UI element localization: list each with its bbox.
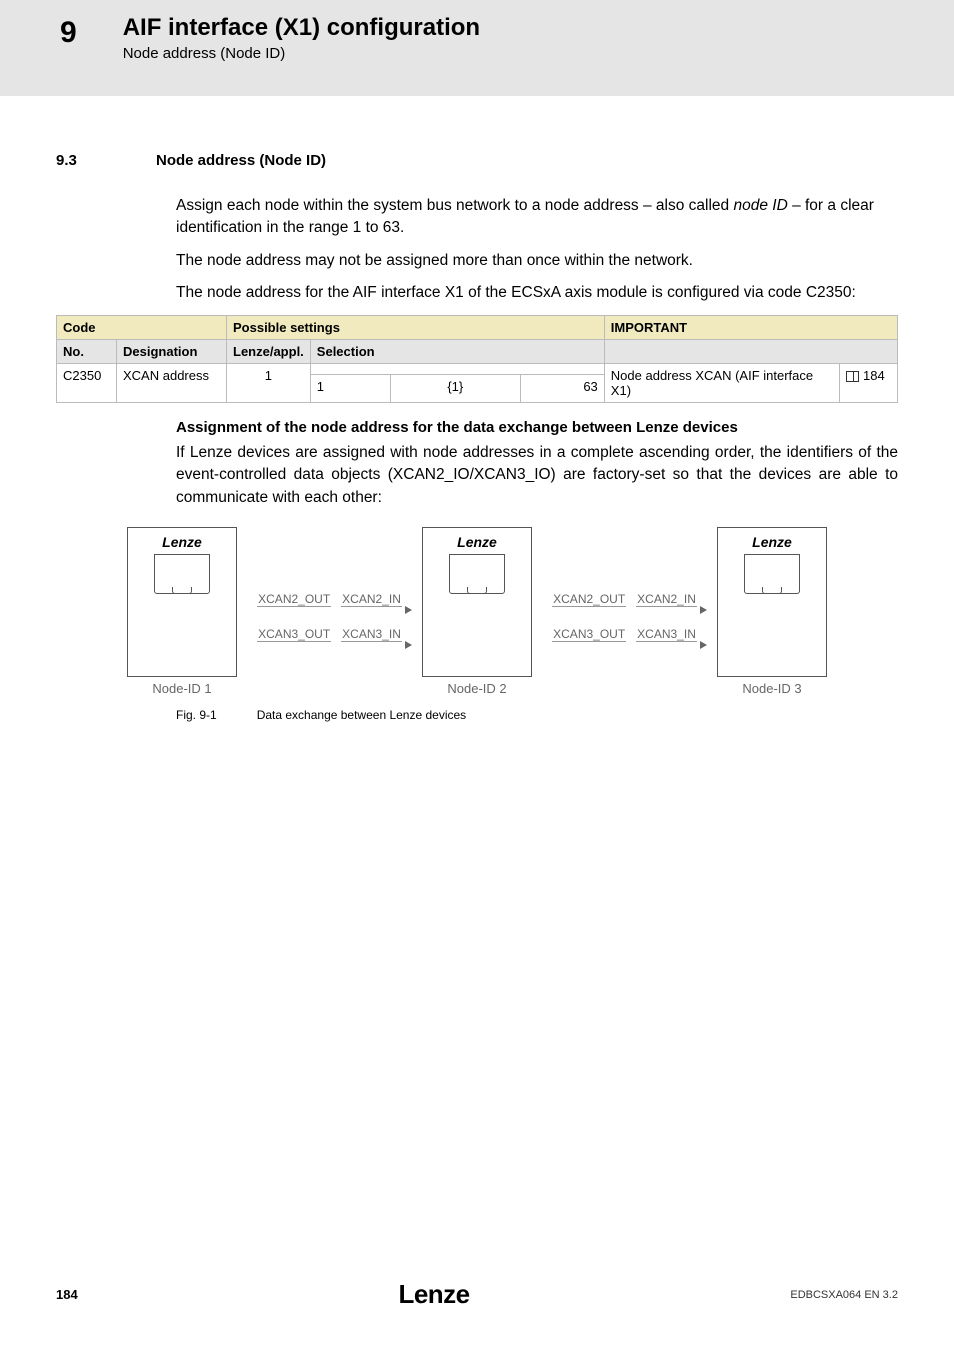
device-brand: Lenze — [162, 534, 202, 550]
th-designation: Designation — [117, 339, 227, 363]
device-brand: Lenze — [457, 534, 497, 550]
paragraph-1: Assign each node within the system bus n… — [176, 195, 898, 240]
section-title: Node address (Node ID) — [156, 152, 326, 169]
figure-id: Fig. 9-1 — [176, 708, 217, 722]
conn-xcan2: XCAN2_OUT XCAN2_IN — [544, 592, 705, 607]
th-code: Code — [57, 315, 227, 339]
chapter-title-group: AIF interface (X1) configuration Node ad… — [123, 14, 480, 62]
body-column: Assign each node within the system bus n… — [176, 195, 898, 305]
cell-sel-min: 1 — [310, 374, 390, 402]
device-1: Lenze Node-ID 1 — [127, 527, 237, 696]
cell-sel-step: {1} — [390, 374, 520, 402]
xcan2-in-label: XCAN2_IN — [341, 592, 402, 607]
node-id-3: Node-ID 3 — [717, 681, 827, 696]
device-brand: Lenze — [752, 534, 792, 550]
table-row: C2350 XCAN address 1 Node address XCAN (… — [57, 363, 898, 374]
assignment-para: If Lenze devices are assigned with node … — [176, 442, 898, 509]
th-lenze: Lenze/appl. — [227, 339, 311, 363]
cell-designation: XCAN address — [117, 363, 227, 402]
paragraph-2: The node address may not be assigned mor… — [176, 250, 898, 272]
p1-node-id: node ID — [733, 197, 787, 214]
cell-sel-max: 63 — [520, 374, 604, 402]
code-table: Code Possible settings IMPORTANT No. Des… — [56, 315, 898, 403]
page-ref-icon — [846, 371, 859, 382]
diagram: Lenze Node-ID 1 XCAN2_OUT XCAN2_IN XCAN3… — [127, 527, 827, 696]
assignment-title: Assignment of the node address for the d… — [176, 419, 898, 436]
page-footer: 184 Lenze EDBCSXA064 EN 3.2 — [0, 1279, 954, 1310]
document-id: EDBCSXA064 EN 3.2 — [790, 1289, 898, 1301]
cell-lenze: 1 — [227, 363, 311, 402]
p1-part-a: Assign each node within the system bus n… — [176, 197, 733, 214]
cell-no: C2350 — [57, 363, 117, 402]
page-content: 9.3 Node address (Node ID) Assign each n… — [0, 96, 954, 722]
conn-xcan2: XCAN2_OUT XCAN2_IN — [249, 592, 410, 607]
xcan3-in-label: XCAN3_IN — [636, 627, 697, 642]
conn-xcan3: XCAN3_OUT XCAN3_IN — [249, 627, 410, 642]
node-id-1: Node-ID 1 — [127, 681, 237, 696]
figure-caption: Fig. 9-1 Data exchange between Lenze dev… — [176, 708, 898, 722]
th-important: IMPORTANT — [604, 315, 897, 339]
lenze-logo: Lenze — [398, 1279, 469, 1310]
section-number: 9.3 — [56, 152, 116, 169]
xcan3-in-label: XCAN3_IN — [341, 627, 402, 642]
xcan2-in-label: XCAN2_IN — [636, 592, 697, 607]
th-possible: Possible settings — [227, 315, 605, 339]
th-selection: Selection — [310, 339, 604, 363]
cell-ref: 184 — [840, 363, 898, 402]
connections-2-3: XCAN2_OUT XCAN2_IN XCAN3_OUT XCAN3_IN — [540, 592, 709, 642]
xcan3-out-label: XCAN3_OUT — [257, 627, 331, 642]
xcan3-out-label: XCAN3_OUT — [552, 627, 626, 642]
assignment-block: Assignment of the node address for the d… — [176, 419, 898, 509]
device-3: Lenze Node-ID 3 — [717, 527, 827, 696]
cell-important: Node address XCAN (AIF interface X1) — [604, 363, 839, 402]
xcan2-out-label: XCAN2_OUT — [257, 592, 331, 607]
cell-ref-text: 184 — [863, 368, 885, 383]
xcan2-out-label: XCAN2_OUT — [552, 592, 626, 607]
chapter-title: AIF interface (X1) configuration — [123, 14, 480, 43]
node-id-2: Node-ID 2 — [422, 681, 532, 696]
device-2: Lenze Node-ID 2 — [422, 527, 532, 696]
th-no: No. — [57, 339, 117, 363]
conn-xcan3: XCAN3_OUT XCAN3_IN — [544, 627, 705, 642]
chapter-header: 9 AIF interface (X1) configuration Node … — [0, 0, 954, 96]
section-heading: 9.3 Node address (Node ID) — [56, 152, 898, 169]
chapter-number: 9 — [60, 14, 77, 49]
cell-selection-blank — [310, 363, 604, 374]
chapter-subtitle: Node address (Node ID) — [123, 45, 480, 62]
page-number: 184 — [56, 1287, 78, 1302]
figure-text: Data exchange between Lenze devices — [257, 708, 466, 722]
paragraph-3: The node address for the AIF interface X… — [176, 282, 898, 304]
connections-1-2: XCAN2_OUT XCAN2_IN XCAN3_OUT XCAN3_IN — [245, 592, 414, 642]
